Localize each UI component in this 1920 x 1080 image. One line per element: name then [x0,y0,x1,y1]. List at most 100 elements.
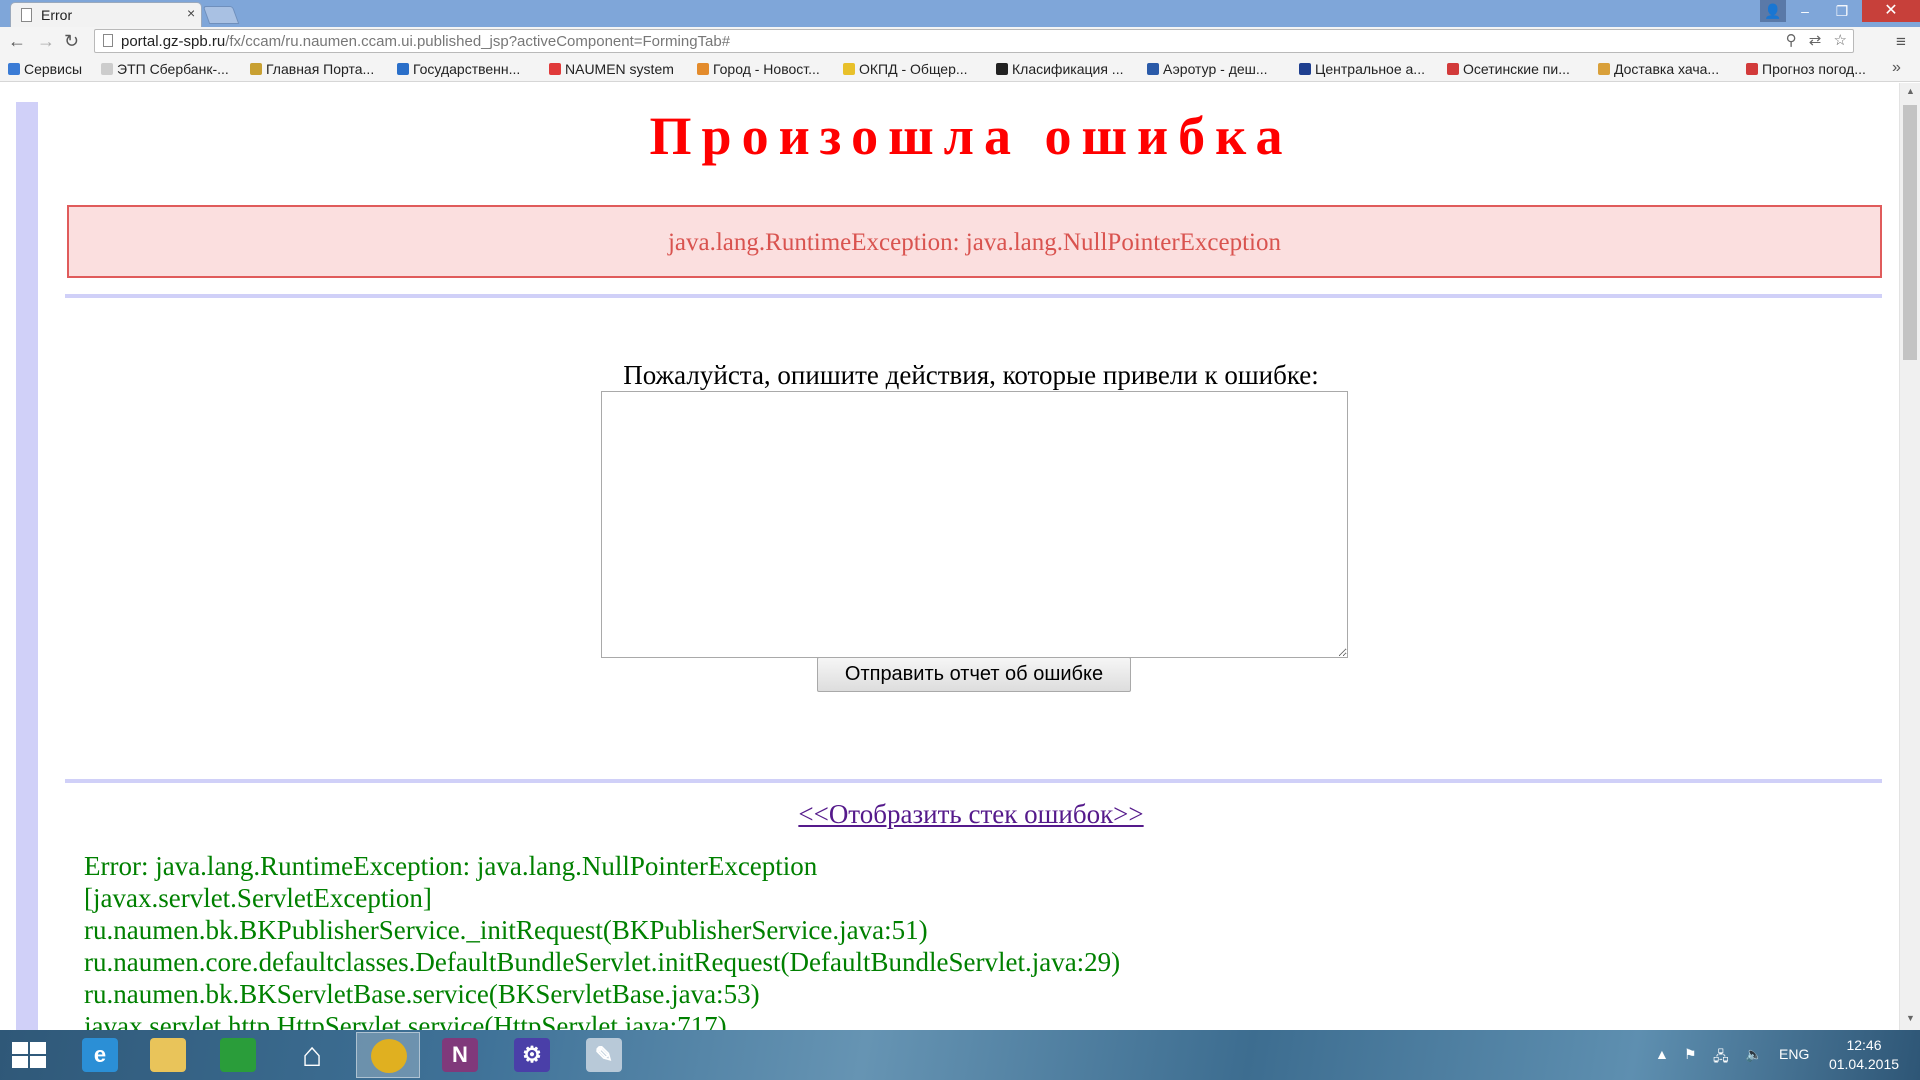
stack-line: ru.naumen.bk.BKPublisherService._initReq… [84,915,928,945]
bookmark-item[interactable]: Государственн... [397,61,520,77]
clock[interactable]: 12:46 01.04.2015 [1822,1036,1906,1074]
minimize-button[interactable]: – [1790,0,1820,22]
bookmark-item[interactable]: Город - Новост... [697,61,820,77]
bookmark-item[interactable]: Класификация ... [996,61,1123,77]
bookmark-item[interactable]: Осетинские пи... [1447,61,1570,77]
paint-icon: ✎ [586,1038,622,1072]
translate-icon[interactable]: ⇄ [1809,32,1822,49]
bookmark-favicon-icon [1299,63,1311,75]
maximize-button[interactable]: ❐ [1822,0,1862,22]
chrome-icon [371,1039,407,1073]
file-explorer-icon [150,1038,186,1072]
bookmark-favicon-icon [843,63,855,75]
bookmark-favicon-icon [1147,63,1159,75]
action-center-flag-icon[interactable]: ⚑ [1684,1046,1697,1063]
bookmark-label: Главная Порта... [266,61,375,77]
bookmark-label: Осетинские пи... [1463,61,1570,77]
bookmark-label: Прогноз погод... [1762,61,1866,77]
stack-line: ru.naumen.core.defaultclasses.DefaultBun… [84,947,1121,977]
forward-icon[interactable]: → [37,31,55,52]
bookmark-favicon-icon [1746,63,1758,75]
bookmark-item[interactable]: NAUMEN system [549,61,674,77]
more-bookmarks-icon[interactable]: » [1892,59,1901,77]
page-viewport: Произошла ошибка java.lang.RuntimeExcept… [0,83,1920,1030]
scroll-thumb[interactable] [1903,105,1917,360]
clock-time: 12:46 [1846,1037,1882,1053]
report-textarea[interactable] [601,391,1348,658]
show-stack-link[interactable]: <<Отобразить стек ошибок>> [38,799,1904,830]
close-button[interactable]: ✕ [1862,0,1920,22]
taskbar-file-explorer-button[interactable] [136,1032,200,1078]
bookmark-favicon-icon [549,63,561,75]
menu-icon[interactable]: ≡ [1896,32,1906,52]
taskbar-store-button[interactable] [206,1032,270,1078]
taskbar-home-button[interactable]: ⌂ [280,1032,344,1078]
taskbar-paint-button[interactable]: ✎ [572,1032,636,1078]
page-title: Произошла ошибка [649,106,1293,166]
bookmark-item[interactable]: Аэротур - деш... [1147,61,1268,77]
bookmark-item[interactable]: Прогноз погод... [1746,61,1866,77]
vertical-scrollbar[interactable]: ▲ ▼ [1899,83,1920,1030]
bookmark-item[interactable]: Главная Порта... [250,61,374,77]
internet-explorer-icon: e [82,1038,118,1072]
bookmark-item[interactable]: Центральное а... [1299,61,1425,77]
window-titlebar: Error × 👤 – ❐ ✕ [0,0,1920,27]
tab-title: Error [41,7,73,23]
page-icon [103,34,113,47]
bookmark-item[interactable]: Доставка хача... [1598,61,1719,77]
url-host: portal.gz-spb.ru [121,33,226,50]
divider [65,779,1882,783]
bookmark-item[interactable]: ЭТП Сбербанк-... [101,61,229,77]
url-path: /fx/ccam/ru.naumen.ccam.ui.published_jsp… [225,33,731,50]
start-button[interactable] [12,1042,48,1070]
bookmark-label: Доставка хача... [1614,61,1720,77]
language-indicator[interactable]: ENG [1779,1046,1809,1062]
home-icon: ⌂ [301,1036,323,1074]
bookmark-favicon-icon [1447,63,1459,75]
bookmark-label: NAUMEN system [565,61,674,77]
error-box: java.lang.RuntimeException: java.lang.Nu… [67,205,1882,278]
report-prompt-label: Пожалуйста, опишите действия, которые пр… [623,360,1319,390]
bookmark-favicon-icon [397,63,409,75]
browser-tab[interactable]: Error × [10,2,202,27]
bookmark-label: Город - Новост... [713,61,820,77]
bookmark-favicon-icon [697,63,709,75]
bookmark-label: ОКПД - Общер... [859,61,968,77]
taskbar-settings-button[interactable]: ⚙ [500,1032,564,1078]
taskbar-internet-explorer-button[interactable]: e [68,1032,132,1078]
scroll-up-icon[interactable]: ▲ [1906,86,1915,96]
bookmark-label: Аэротур - деш... [1163,61,1268,77]
volume-icon[interactable]: 🔈 [1745,1046,1762,1063]
bookmark-label: Государственн... [413,61,521,77]
bookmark-label: ЭТП Сбербанк-... [117,61,229,77]
onenote-icon: N [442,1038,478,1072]
error-message: java.lang.RuntimeException: java.lang.Nu… [667,229,1282,256]
bookmark-item[interactable]: Сервисы [8,61,82,77]
stack-trace: Error: java.lang.RuntimeException: java.… [84,850,1120,1030]
network-icon[interactable]: 🖧 [1713,1046,1729,1070]
new-tab-button[interactable] [202,6,240,24]
back-icon[interactable]: ← [8,31,26,52]
store-icon [220,1038,256,1072]
show-hidden-icons-icon[interactable]: ▲ [1655,1046,1669,1062]
bookmark-item[interactable]: ОКПД - Общер... [843,61,968,77]
tab-close-icon[interactable]: × [187,5,195,21]
bookmark-label: Центральное а... [1315,61,1425,77]
user-icon[interactable]: 👤 [1760,0,1786,22]
zoom-icon[interactable]: ⚲ [1786,32,1797,49]
reload-icon[interactable]: ↻ [64,31,79,52]
bookmark-star-icon[interactable]: ☆ [1834,32,1847,49]
bookmark-label: Сервисы [24,61,83,77]
clock-date: 01.04.2015 [1828,1056,1900,1072]
stack-line: [javax.servlet.ServletException] [84,883,432,913]
taskbar: e ⌂ N ⚙ ✎ ▲ ⚑ 🖧 🔈 ENG 12:46 01.04.2015 [0,1030,1920,1080]
left-decor-bar [16,102,38,1030]
address-bar[interactable]: portal.gz-spb.ru/fx/ccam/ru.naumen.ccam.… [94,29,1854,53]
stack-line: javax.servlet.http.HttpServlet.service(H… [84,1011,727,1030]
taskbar-chrome-button[interactable] [356,1032,420,1078]
stack-line: ru.naumen.bk.BKServletBase.service(BKSer… [84,979,760,1009]
bookmark-favicon-icon [1598,63,1610,75]
scroll-down-icon[interactable]: ▼ [1906,1013,1915,1023]
taskbar-onenote-button[interactable]: N [428,1032,492,1078]
submit-report-button[interactable]: Отправить отчет об ошибке [817,657,1131,692]
